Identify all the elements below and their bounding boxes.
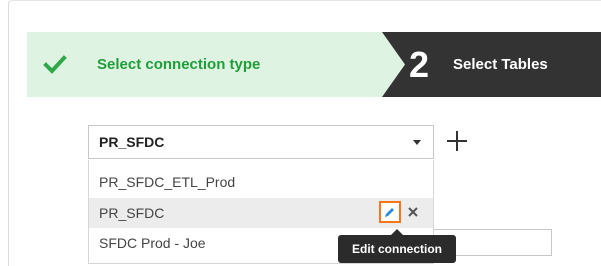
connection-option-label: PR_SFDC	[99, 205, 165, 221]
close-icon[interactable]	[407, 206, 419, 218]
step-2-number: 2	[409, 44, 430, 85]
connection-select-value: PR_SFDC	[99, 134, 165, 150]
edit-connection-tooltip: Edit connection	[338, 235, 456, 263]
connection-select[interactable]: PR_SFDC	[88, 125, 434, 159]
connection-option[interactable]: PR_SFDC_ETL_Prod	[89, 167, 433, 197]
connection-option-label: PR_SFDC_ETL_Prod	[99, 174, 236, 190]
edit-connection-button[interactable]	[379, 201, 401, 223]
connection-option-highlighted[interactable]: PR_SFDC	[89, 198, 433, 228]
chevron-down-icon	[413, 140, 421, 145]
step-1-label[interactable]: Select connection type	[97, 32, 260, 97]
wizard-stepper: Select connection type 2 Select Tables	[27, 32, 601, 97]
connection-option-label: SFDC Prod - Joe	[99, 235, 206, 251]
step-2-label[interactable]: Select Tables	[453, 32, 548, 97]
pencil-icon	[385, 208, 394, 217]
check-icon	[43, 55, 67, 74]
plus-icon[interactable]	[446, 130, 468, 152]
